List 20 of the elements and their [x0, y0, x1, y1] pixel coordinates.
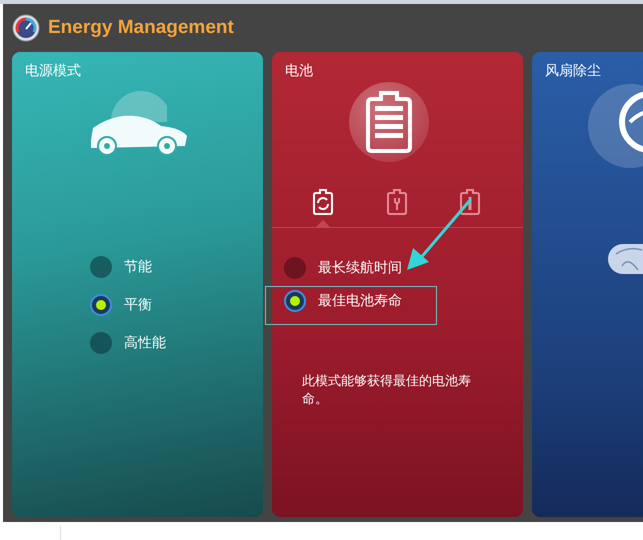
gauge-icon [12, 14, 40, 42]
option-label: 高性能 [124, 334, 166, 352]
radio-button[interactable] [284, 290, 306, 312]
card-title: 风扇除尘 [545, 62, 601, 80]
option-label: 最佳电池寿命 [318, 292, 402, 310]
battery-icon [365, 90, 413, 154]
option-label: 最长续航时间 [318, 259, 402, 277]
radio-button[interactable] [90, 256, 112, 278]
radio-button[interactable] [90, 294, 112, 316]
card-title: 电源模式 [25, 62, 81, 80]
mode-description: 此模式能够获得最佳的电池寿命。 [302, 373, 472, 409]
window-title: Energy Management [48, 17, 234, 39]
card-title: 电池 [285, 62, 313, 80]
radio-button[interactable] [284, 257, 306, 279]
battery-wrench-icon[interactable] [386, 189, 408, 217]
option-label: 平衡 [124, 296, 152, 314]
radio-button[interactable] [90, 332, 112, 354]
option-label: 节能 [124, 258, 152, 276]
battery-info-icon[interactable] [459, 189, 481, 217]
battery-refresh-icon[interactable] [312, 189, 334, 217]
